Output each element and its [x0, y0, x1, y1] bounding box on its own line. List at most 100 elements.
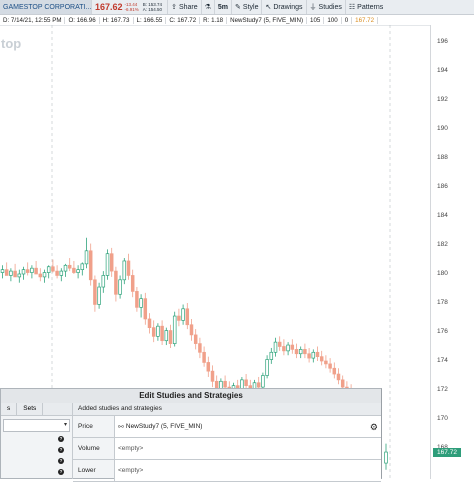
price-study-row[interactable]: Price ⚯ NewStudy7 (5, FIVE_MIN) ⚙	[73, 416, 381, 438]
patterns-icon: ☷	[348, 4, 356, 11]
candle-body	[72, 267, 76, 273]
added-studies-header: Added studies and strategies	[73, 403, 381, 416]
cursor-icon: ↖	[265, 4, 272, 11]
candle-body	[168, 330, 173, 344]
help-icon[interactable]: ?	[58, 436, 64, 442]
price-axis-label: 184	[437, 212, 448, 219]
price-study-name: NewStudy7 (5, FIVE_MIN)	[125, 423, 203, 430]
price-study-cell[interactable]: ⚯ NewStudy7 (5, FIVE_MIN)	[114, 416, 381, 437]
study-value-4: 167.72	[352, 16, 379, 24]
price-axis-label: 186	[437, 183, 448, 190]
share-button[interactable]: ⇪ Share	[168, 0, 202, 14]
candle-body	[30, 267, 34, 273]
studies-label: Studies	[318, 3, 342, 11]
volume-study-row[interactable]: Volume <empty>	[73, 438, 381, 460]
candle-body	[277, 341, 282, 347]
candle-body	[105, 253, 110, 276]
style-icon: ✎	[235, 4, 241, 11]
study-value-2: 100	[324, 16, 342, 24]
bar-open: O: 166.96	[65, 16, 100, 24]
price-axis-label: 174	[437, 357, 448, 364]
candle-body	[273, 341, 278, 353]
flask-button[interactable]: ⚗	[202, 0, 215, 14]
candle-body	[185, 308, 190, 326]
price-axis[interactable]: 196 194 192 190 188 186 184 182 180 178 176 174 172 1…	[430, 25, 474, 479]
candle-body	[51, 266, 55, 272]
study-value-1: 105	[307, 16, 325, 24]
candle-body	[156, 325, 160, 337]
patterns-button[interactable]: ☷ Patterns	[346, 0, 386, 14]
candle-body	[118, 279, 122, 295]
candle-body	[59, 270, 64, 276]
candle-body	[135, 291, 139, 308]
candle-body	[210, 370, 215, 382]
drawings-button[interactable]: ↖ Drawings	[262, 0, 307, 14]
candle-body	[34, 267, 38, 275]
candle-body	[172, 315, 177, 344]
chart-toolbar: GAMESTOP CORPORATI... 167.62 -13.44 -6.9…	[0, 0, 474, 15]
candle-body	[147, 318, 152, 329]
library-filter-dropdown[interactable]: ▾	[3, 419, 70, 432]
candle-body	[139, 298, 143, 308]
symbol-label: GAMESTOP CORPORATI...	[3, 3, 92, 11]
candle-body	[25, 269, 30, 273]
candle-body	[109, 253, 114, 272]
current-price-tag: 167.72	[433, 448, 461, 458]
candle-body	[101, 275, 106, 288]
candle-body	[177, 315, 181, 321]
candle-body	[290, 344, 295, 350]
candle-body	[336, 373, 341, 381]
candle-body	[9, 270, 13, 276]
candle-body	[307, 353, 311, 359]
bar-range: R: 1.18	[200, 16, 228, 24]
edit-studies-dialog: Edit Studies and Strategies s Sets ▾ ? ?…	[0, 388, 382, 482]
candle-body	[256, 382, 261, 388]
candle-body	[340, 379, 345, 388]
study-value-3: 0	[342, 16, 353, 24]
candle-body	[303, 349, 307, 355]
timeframe-button[interactable]: 5m	[215, 0, 233, 14]
style-button[interactable]: ✎ Style	[232, 0, 263, 14]
candle-body	[122, 260, 127, 281]
candle-body	[84, 250, 89, 265]
help-icon[interactable]: ?	[58, 469, 64, 475]
flask-icon: ⚗	[204, 4, 211, 11]
candle-body	[298, 349, 303, 355]
help-icon[interactable]: ?	[58, 447, 64, 453]
studies-icon: ⏚	[309, 4, 317, 11]
candle-body	[38, 273, 43, 278]
candle-body	[114, 270, 118, 295]
lower-study-cell[interactable]: <empty>	[114, 460, 381, 481]
candle-body	[332, 367, 337, 375]
candle-body	[42, 272, 47, 278]
candle-body	[315, 351, 320, 357]
candle-body	[384, 451, 388, 464]
row-label: Volume	[78, 445, 100, 452]
candle-body	[202, 351, 206, 363]
tab-studies[interactable]: s	[1, 403, 18, 415]
price-axis-label: 178	[437, 299, 448, 306]
studies-button[interactable]: ⏚ Studies	[307, 0, 346, 14]
candle-body	[206, 362, 211, 372]
volume-study-cell[interactable]: <empty>	[114, 438, 381, 459]
tab-sets[interactable]: Sets	[17, 403, 44, 415]
candle-body	[193, 334, 198, 344]
candle-body	[21, 269, 26, 275]
study-icon: ⚯	[118, 423, 124, 431]
gear-icon[interactable]: ⚙	[370, 422, 378, 433]
help-icon[interactable]: ?	[58, 458, 64, 464]
candle-body	[13, 270, 17, 278]
price-axis-label: 180	[437, 270, 448, 277]
symbol-selector[interactable]: GAMESTOP CORPORATI...	[0, 0, 92, 14]
candle-body	[319, 356, 324, 362]
price-block: 167.62 -13.44 -6.91% B: 153.74 A: 154.50	[92, 0, 169, 14]
candle-body	[0, 269, 5, 273]
row-label: Lower	[78, 467, 96, 474]
candle-body	[80, 263, 85, 271]
candle-body	[164, 330, 169, 342]
price-axis-label: 188	[437, 154, 448, 161]
candle-body	[143, 298, 148, 320]
timeframe-label: 5m	[217, 3, 229, 11]
candle-body	[76, 269, 80, 273]
candle-body	[55, 270, 59, 276]
